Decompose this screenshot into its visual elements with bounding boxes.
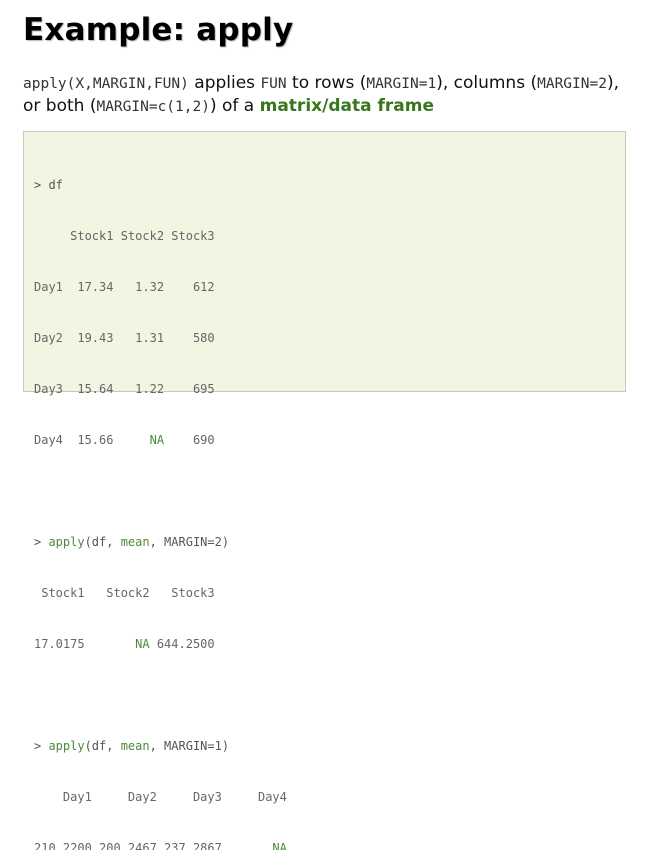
- data-frame-keyword: data frame: [328, 96, 434, 116]
- na-value: NA: [135, 637, 150, 651]
- margin-both-code: MARGIN=c(1,2): [96, 99, 210, 115]
- command-text: (df,: [84, 535, 121, 549]
- console-command: > apply(df, mean, MARGIN=1): [34, 738, 625, 755]
- result-numbers: 17.0175: [34, 637, 136, 651]
- prompt-symbol: >: [34, 535, 49, 549]
- apply-signature-code: apply(X,MARGIN,FUN): [23, 76, 189, 92]
- result-header: Stock1 Stock2 Stock3: [34, 586, 215, 600]
- description-text: ), columns (: [436, 73, 538, 93]
- console-command: > apply(df, mean, MARGIN=2): [34, 534, 625, 551]
- function-argument: mean: [120, 535, 150, 549]
- df-row: Day3 15.64 1.22 695: [34, 381, 625, 398]
- margin-columns-code: MARGIN=2: [537, 76, 607, 92]
- df-row-values: Day3 15.64 1.22 695: [34, 382, 215, 396]
- df-column-header: Stock1 Stock2 Stock3: [34, 229, 215, 243]
- console-text: > df Stock1 Stock2 Stock3 Day1 17.34 1.3…: [34, 143, 625, 850]
- result-numbers: 210.2200 200.2467 237.2867: [34, 841, 273, 850]
- fun-code: FUN: [260, 76, 287, 92]
- result-values: 210.2200 200.2467 237.2867 NA: [34, 840, 625, 850]
- df-row: Day2 19.43 1.31 580: [34, 330, 625, 347]
- description-text: applies: [188, 73, 261, 93]
- matrix-keyword: matrix: [259, 96, 323, 116]
- console-command: > df: [34, 178, 63, 192]
- command-text: , MARGIN=1): [149, 739, 230, 753]
- na-value: NA: [149, 433, 165, 447]
- page-title: Example: apply: [23, 12, 294, 48]
- result-values: 17.0175 NA 644.2500: [34, 636, 625, 653]
- df-row-values: Day4 15.66: [34, 433, 150, 447]
- command-text: (df,: [84, 739, 121, 753]
- description-text: to rows (: [286, 73, 367, 93]
- df-row: Day1 17.34 1.32 612: [34, 279, 625, 296]
- r-console-output: > df Stock1 Stock2 Stock3 Day1 17.34 1.3…: [23, 131, 626, 850]
- function-name: apply: [48, 739, 85, 753]
- result-header: Day1 Day2 Day3 Day4: [34, 790, 287, 804]
- na-value: NA: [272, 841, 287, 850]
- df-row-values: 690: [164, 433, 215, 447]
- result-numbers: 644.2500: [149, 637, 215, 651]
- description-paragraph: apply(X,MARGIN,FUN) applies FUN to rows …: [23, 72, 633, 118]
- function-argument: mean: [120, 739, 150, 753]
- prompt-symbol: >: [34, 739, 49, 753]
- df-row-values: Day2 19.43 1.31 580: [34, 331, 215, 345]
- command-text: , MARGIN=2): [149, 535, 230, 549]
- margin-rows-code: MARGIN=1: [366, 76, 437, 92]
- df-row: Day4 15.66 NA 690: [34, 432, 625, 449]
- df-row-values: Day1 17.34 1.32 612: [34, 280, 215, 294]
- function-name: apply: [48, 535, 85, 549]
- description-text: ) of a: [209, 96, 260, 116]
